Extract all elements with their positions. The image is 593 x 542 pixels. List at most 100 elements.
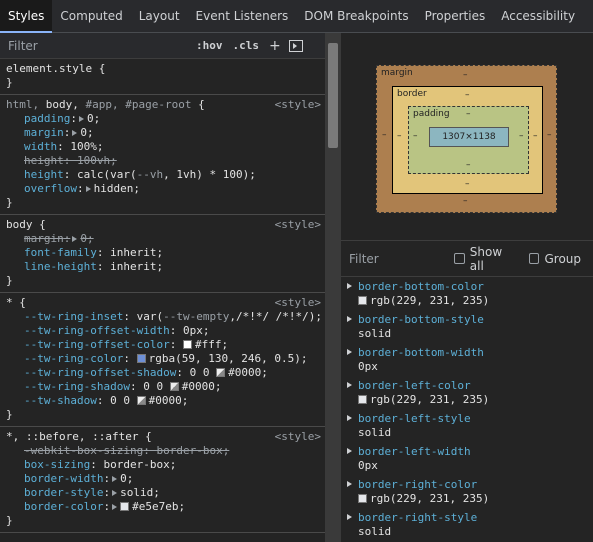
- new-rule-plus-icon[interactable]: +: [269, 38, 281, 54]
- property-name[interactable]: line-height: [24, 260, 97, 273]
- tab-layout[interactable]: Layout: [131, 0, 188, 33]
- property-value[interactable]: solid;: [120, 486, 160, 499]
- margin-right-value[interactable]: –: [547, 130, 552, 140]
- expand-triangle-icon[interactable]: [112, 490, 118, 496]
- rule-selector[interactable]: html, body, #app, #page-root {: [6, 98, 319, 112]
- computed-property[interactable]: border-bottom-width 0px: [341, 343, 593, 376]
- group-checkbox[interactable]: [529, 253, 540, 264]
- styles-scrollbar[interactable]: [325, 33, 341, 542]
- property-value[interactable]: 0 0: [143, 380, 163, 393]
- property-name[interactable]: height: [24, 154, 64, 167]
- property-name[interactable]: padding: [24, 112, 70, 125]
- property-value[interactable]: 0;: [87, 112, 100, 125]
- property-name[interactable]: border-color: [24, 500, 103, 513]
- expand-triangle-icon[interactable]: [72, 130, 78, 136]
- tab-styles[interactable]: Styles: [0, 0, 53, 33]
- declaration[interactable]: --tw-shadow: 0 0 #0000;: [6, 394, 319, 408]
- property-name[interactable]: --tw-ring-color: [24, 352, 123, 365]
- property-name[interactable]: --tw-ring-offset-width: [24, 324, 170, 337]
- toggle-sidebar-icon[interactable]: [288, 39, 303, 52]
- property-name[interactable]: -webkit-box-sizing: [24, 444, 143, 457]
- property-value[interactable]: inherit;: [110, 246, 163, 259]
- border-top-value[interactable]: –: [465, 90, 470, 100]
- declaration[interactable]: --tw-ring-offset-width: 0px;: [6, 324, 319, 338]
- expand-triangle-icon[interactable]: [347, 514, 352, 520]
- tab-event-listeners[interactable]: Event Listeners: [188, 0, 297, 33]
- expand-triangle-icon[interactable]: [112, 504, 118, 510]
- property-name[interactable]: overflow: [24, 182, 77, 195]
- color-swatch[interactable]: [358, 296, 367, 305]
- box-model-content[interactable]: 1307×1138: [429, 127, 509, 147]
- property-value[interactable]: 0 0: [190, 366, 210, 379]
- property-name[interactable]: width: [24, 140, 57, 153]
- rule-selector[interactable]: *, ::before, ::after {: [6, 430, 319, 444]
- property-value[interactable]: border-box;: [156, 444, 229, 457]
- computed-property[interactable]: border-bottom-color rgb(229, 231, 235): [341, 277, 593, 310]
- property-value[interactable]: 0;: [80, 232, 93, 245]
- property-value[interactable]: #fff;: [195, 338, 228, 351]
- tab-dom-breakpoints[interactable]: DOM Breakpoints: [296, 0, 416, 33]
- property-value[interactable]: 0;: [80, 126, 93, 139]
- group-label[interactable]: Group: [544, 252, 581, 266]
- property-value[interactable]: border-box;: [103, 458, 176, 471]
- property-name[interactable]: --tw-ring-shadow: [24, 380, 130, 393]
- computed-property[interactable]: border-bottom-style solid: [341, 310, 593, 343]
- declaration[interactable]: --tw-ring-inset: var(--tw-empty,/*!*/ /*…: [6, 310, 322, 324]
- rule-selector[interactable]: body {: [6, 218, 319, 232]
- rule-selector[interactable]: element.style {: [6, 62, 319, 76]
- property-name[interactable]: border-style: [24, 486, 103, 499]
- property-color[interactable]: #0000;: [182, 380, 222, 393]
- declaration[interactable]: border-color: #e5e7eb;: [6, 500, 319, 514]
- property-value[interactable]: var(: [137, 310, 164, 323]
- computed-property[interactable]: border-left-style solid: [341, 409, 593, 442]
- box-model-border[interactable]: border – – – – padding – – – – 1307×1138: [392, 86, 543, 194]
- hov-button[interactable]: :hov: [196, 39, 223, 52]
- expand-triangle-icon[interactable]: [347, 349, 352, 355]
- rule-source-link[interactable]: <style>: [275, 98, 321, 112]
- property-name[interactable]: box-sizing: [24, 458, 90, 471]
- color-swatch[interactable]: [216, 368, 226, 377]
- property-value[interactable]: hidden;: [94, 182, 140, 195]
- declaration[interactable]: margin: 0;: [6, 126, 319, 140]
- property-color[interactable]: #0000;: [228, 366, 268, 379]
- property-name[interactable]: font-family: [24, 246, 97, 259]
- show-all-checkbox[interactable]: [454, 253, 465, 264]
- property-value[interactable]: rgba(59, 130, 246, 0.5);: [149, 352, 308, 365]
- border-right-value[interactable]: –: [533, 131, 538, 141]
- padding-right-value[interactable]: –: [519, 131, 524, 141]
- declaration[interactable]: height: calc(var(--vh, 1vh) * 100);: [6, 168, 319, 182]
- expand-triangle-icon[interactable]: [112, 476, 118, 482]
- tab-accessibility[interactable]: Accessibility: [493, 0, 583, 33]
- expand-triangle-icon[interactable]: [72, 236, 78, 242]
- border-left-value[interactable]: –: [397, 131, 402, 141]
- computed-filter-input[interactable]: Filter: [349, 252, 454, 266]
- declaration[interactable]: padding: 0;: [6, 112, 319, 126]
- declaration[interactable]: line-height: inherit;: [6, 260, 319, 274]
- declaration[interactable]: font-family: inherit;: [6, 246, 319, 260]
- computed-property[interactable]: border-right-color rgb(229, 231, 235): [341, 475, 593, 508]
- color-swatch[interactable]: [136, 354, 146, 363]
- property-value[interactable]: 100%;: [70, 140, 103, 153]
- rule-selector[interactable]: * {: [6, 296, 319, 310]
- color-swatch[interactable]: [358, 395, 367, 404]
- property-name[interactable]: --tw-ring-offset-color: [24, 338, 170, 351]
- property-name[interactable]: --tw-ring-offset-shadow: [24, 366, 176, 379]
- declaration[interactable]: width: 100%;: [6, 140, 319, 154]
- expand-triangle-icon[interactable]: [78, 116, 84, 122]
- box-model-padding[interactable]: padding – – – – 1307×1138: [408, 106, 529, 174]
- expand-triangle-icon[interactable]: [347, 316, 352, 322]
- declaration[interactable]: border-style: solid;: [6, 486, 319, 500]
- expand-triangle-icon[interactable]: [85, 186, 91, 192]
- declaration[interactable]: overflow: hidden;: [6, 182, 319, 196]
- padding-top-value[interactable]: –: [466, 109, 471, 119]
- rule-source-link[interactable]: <style>: [275, 218, 321, 232]
- tab-properties[interactable]: Properties: [417, 0, 494, 33]
- declaration-overridden[interactable]: margin: 0;: [6, 232, 319, 246]
- property-name[interactable]: border-width: [24, 472, 103, 485]
- computed-property[interactable]: border-right-style solid: [341, 508, 593, 541]
- declaration-overridden[interactable]: height: 100vh;: [6, 154, 319, 168]
- declaration[interactable]: --tw-ring-shadow: 0 0 #0000;: [6, 380, 319, 394]
- property-value[interactable]: inherit;: [110, 260, 163, 273]
- color-swatch[interactable]: [120, 502, 130, 511]
- property-name[interactable]: margin: [24, 126, 64, 139]
